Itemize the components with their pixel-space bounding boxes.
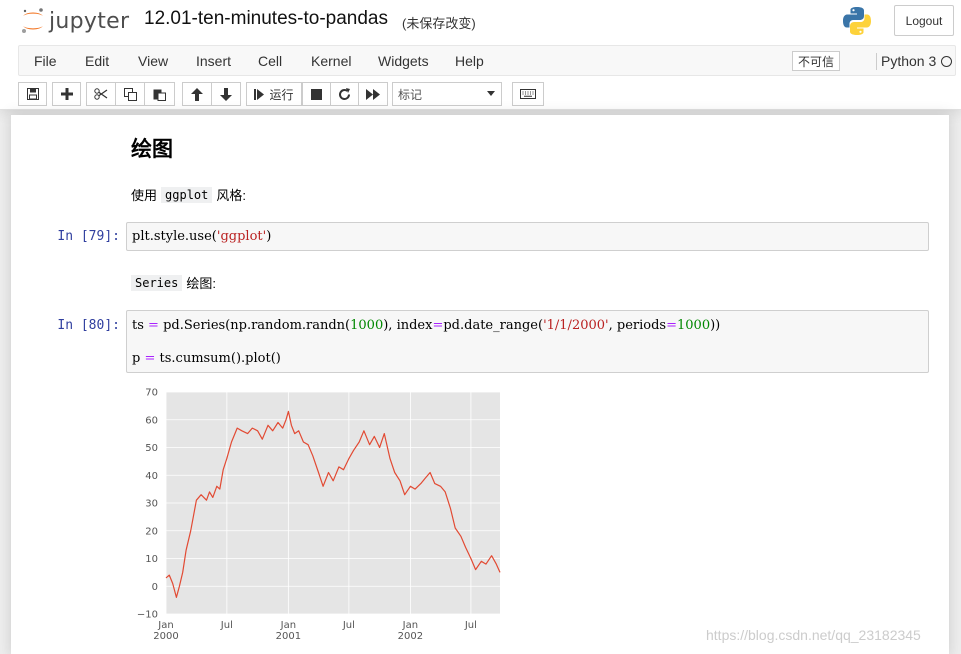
copy-button[interactable]	[115, 82, 145, 106]
cell-type-select[interactable]: 标记	[392, 82, 502, 106]
jupyter-logo[interactable]: jupyter	[20, 6, 129, 36]
kernel-divider	[876, 53, 877, 70]
paragraph-text: 使用	[131, 188, 158, 203]
y-tick-label: 20	[145, 526, 158, 537]
cell-type-value: 标记	[398, 87, 423, 102]
menu-insert[interactable]: Insert	[196, 53, 231, 69]
refresh-icon	[339, 87, 350, 100]
y-tick-label: 60	[145, 415, 158, 426]
watermark-text: https://blog.csdn.net/qq_23182345	[706, 627, 921, 643]
insert-cell-button[interactable]	[52, 82, 81, 106]
y-tick-label: 10	[145, 554, 158, 565]
x-tick-label: Jan	[280, 620, 296, 631]
y-tick-label: 0	[152, 582, 158, 593]
run-label: 运行	[269, 87, 294, 102]
markdown-paragraph-series: Series 绘图:	[131, 273, 216, 292]
stop-icon	[311, 88, 322, 100]
keyboard-icon	[520, 89, 536, 99]
y-tick-label: 50	[145, 443, 158, 454]
markdown-paragraph-style: 使用 ggplot 风格:	[131, 185, 246, 204]
run-button[interactable]: 运行	[246, 82, 302, 106]
chevron-down-icon	[487, 91, 495, 96]
menu-view[interactable]: View	[138, 53, 168, 69]
save-status: (未保存改变)	[402, 16, 476, 31]
code-cell-79[interactable]: plt.style.use('ggplot')	[126, 222, 929, 251]
code-line: plt.style.use('ggplot')	[132, 229, 272, 244]
x-tick-label: Jan	[402, 620, 418, 631]
code-cell-80[interactable]: ts = pd.Series(np.random.randn(1000), in…	[126, 310, 929, 373]
save-icon	[26, 88, 39, 100]
menu-help[interactable]: Help	[455, 53, 484, 69]
fast-forward-icon	[366, 88, 380, 100]
input-prompt: In [79]:	[57, 229, 120, 244]
y-tick-label: 30	[145, 499, 158, 510]
arrow-down-icon	[220, 87, 232, 101]
menu-kernel[interactable]: Kernel	[311, 53, 351, 69]
plus-icon	[60, 88, 73, 100]
x-tick-label: 2000	[153, 631, 178, 642]
jupyter-logo-text: jupyter	[49, 8, 130, 34]
x-tick-label: Jul	[220, 620, 233, 631]
kernel-name: Python 3	[881, 53, 937, 69]
restart-button[interactable]	[330, 82, 359, 106]
paste-icon	[153, 89, 166, 101]
x-tick-label: Jan	[157, 620, 173, 631]
code-line: p = ts.cumsum().plot()	[132, 351, 281, 366]
menu-cell[interactable]: Cell	[258, 53, 282, 69]
x-tick-label: Jul	[342, 620, 355, 631]
menu-widgets[interactable]: Widgets	[378, 53, 429, 69]
paragraph-text: 风格:	[216, 188, 246, 203]
interrupt-button[interactable]	[302, 82, 331, 106]
paste-button[interactable]	[144, 82, 175, 106]
markdown-heading: 绘图	[131, 138, 173, 161]
run-all-button[interactable]	[358, 82, 388, 106]
y-tick-label: 40	[145, 471, 158, 482]
paragraph-text: 绘图:	[186, 276, 216, 291]
step-forward-icon	[254, 88, 265, 100]
jupyter-icon	[22, 8, 43, 33]
cumsum-line-chart: −10010203040506070Jan2000Jul Jan2001Jul Ja…	[137, 388, 501, 642]
trust-badge[interactable]: 不可信	[792, 51, 841, 71]
inline-code: ggplot	[161, 186, 213, 203]
save-button[interactable]	[18, 82, 47, 106]
copy-icon	[123, 87, 137, 101]
kernel-idle-icon	[941, 56, 952, 67]
command-palette-button[interactable]	[512, 82, 544, 106]
inline-code: Series	[131, 274, 183, 291]
menu-edit[interactable]: Edit	[85, 53, 109, 69]
move-up-button[interactable]	[182, 82, 212, 106]
menu-file[interactable]: File	[34, 53, 57, 69]
x-tick-label: 2002	[398, 631, 423, 642]
arrow-up-icon	[191, 87, 203, 101]
logout-button[interactable]: Logout	[894, 5, 954, 36]
y-tick-label: 70	[145, 388, 158, 399]
input-prompt: In [80]:	[57, 318, 120, 333]
python-logo-icon	[843, 7, 871, 35]
code-line: ts = pd.Series(np.random.randn(1000), in…	[132, 318, 721, 333]
move-down-button[interactable]	[211, 82, 241, 106]
x-tick-label: 2001	[276, 631, 301, 642]
notebook-name[interactable]: 12.01-ten-minutes-to-pandas	[144, 8, 388, 30]
y-tick-label: −10	[137, 610, 158, 621]
notebook-header: jupyter 12.01-ten-minutes-to-pandas (未保存…	[0, 0, 961, 110]
menubar: File Edit View Insert Cell Kernel Widget…	[18, 45, 956, 76]
x-tick-label: Jul	[464, 620, 477, 631]
scissors-icon	[94, 88, 108, 100]
cut-button[interactable]	[86, 82, 116, 106]
